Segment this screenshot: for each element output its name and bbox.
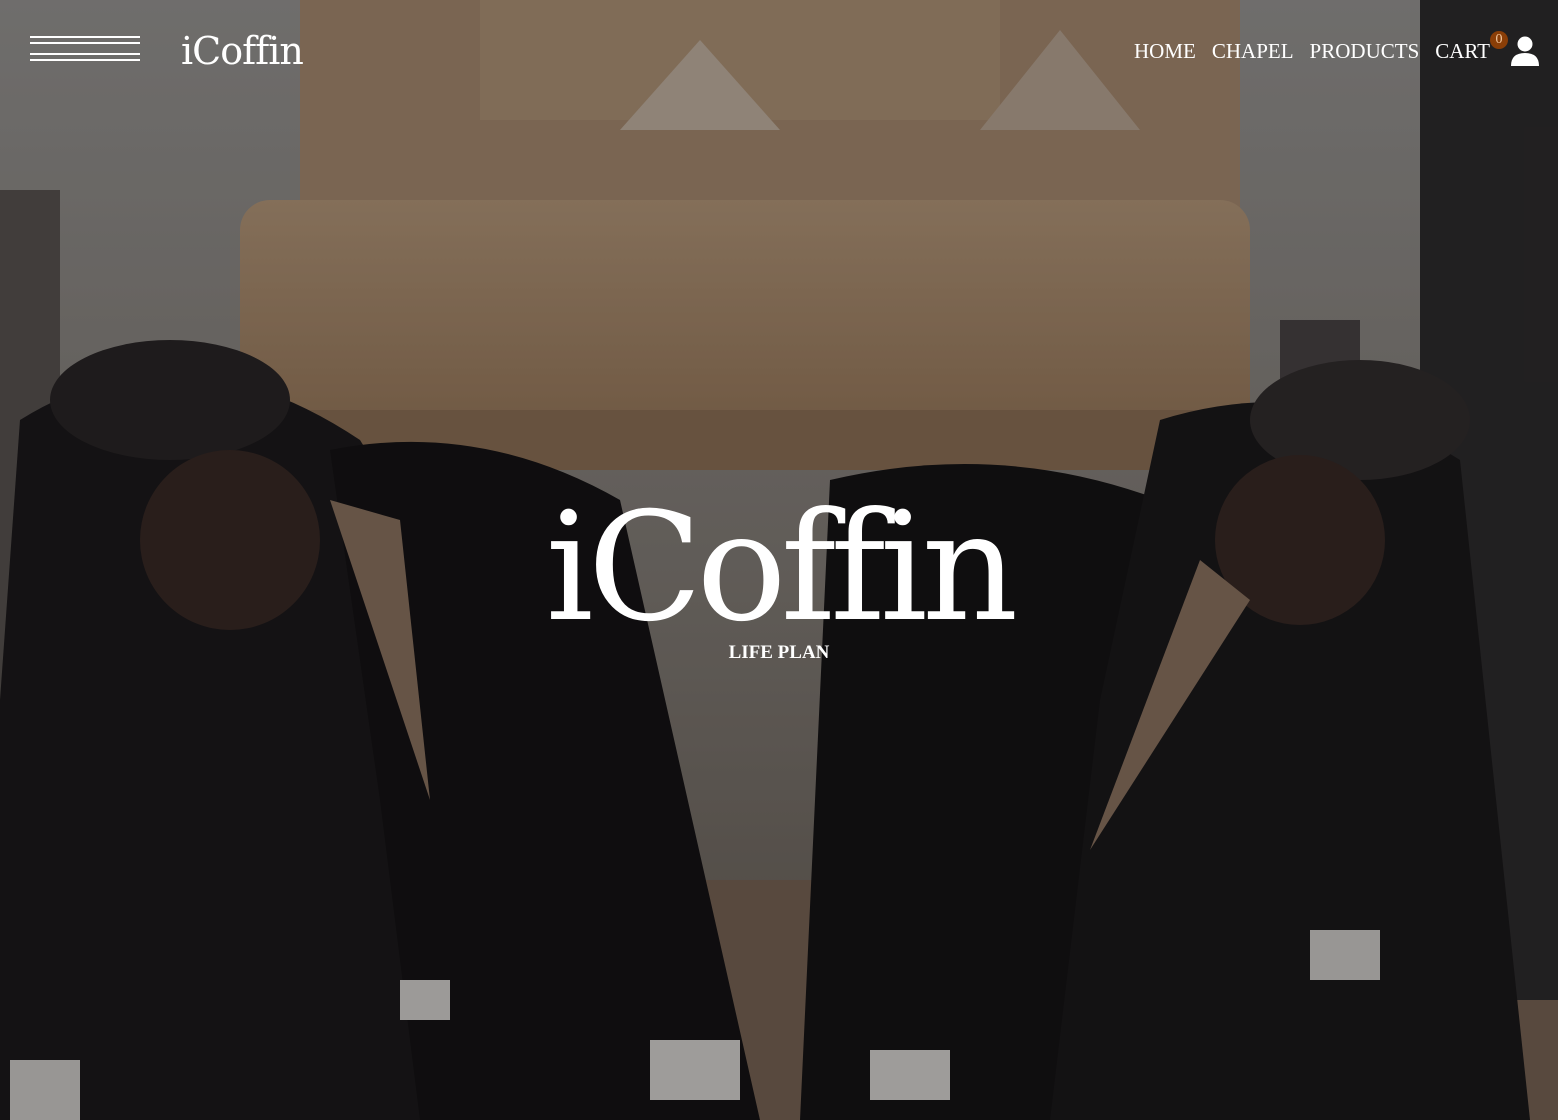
nav-menu: HOME CHAPEL PRODUCTS CART 0: [1118, 30, 1540, 68]
hero-section: iCoffin HOME CHAPEL PRODUCTS CART 0 iCof…: [0, 0, 1558, 1120]
hero-subtitle: LIFE PLAN: [728, 642, 830, 663]
cart-count-badge: 0: [1490, 30, 1508, 49]
hamburger-icon[interactable]: [30, 36, 140, 62]
nav-item-home[interactable]: HOME: [1134, 39, 1196, 64]
brand-logo[interactable]: iCoffin: [181, 26, 304, 76]
user-icon[interactable]: [1510, 35, 1540, 67]
cart-link-wrapper: CART 0: [1435, 30, 1508, 64]
top-navigation: iCoffin HOME CHAPEL PRODUCTS CART 0: [0, 0, 1558, 100]
hero-title: iCoffin: [545, 481, 1019, 655]
nav-item-cart[interactable]: CART: [1435, 39, 1490, 64]
nav-item-chapel[interactable]: CHAPEL: [1212, 39, 1294, 64]
nav-item-products[interactable]: PRODUCTS: [1310, 39, 1420, 64]
